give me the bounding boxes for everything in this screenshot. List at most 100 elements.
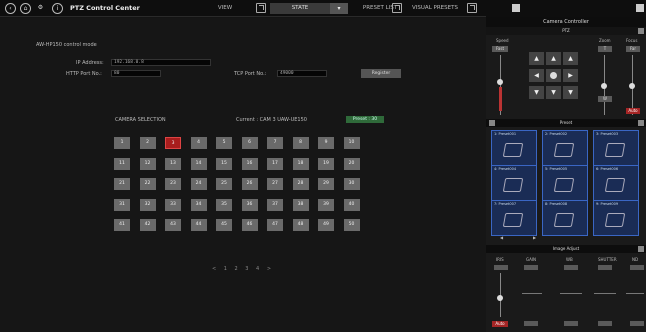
iris-up-button[interactable] [494,265,508,270]
preset-cell[interactable]: 4: Preset004 [491,165,537,201]
pan-up-left-button[interactable]: ▲ [529,52,544,65]
preset-cell[interactable]: 6: Preset006 [593,165,639,201]
camera-button-29[interactable]: 29 [318,178,334,190]
pan-left-button[interactable]: ◀ [529,69,544,82]
home-position-button[interactable] [546,69,561,82]
speed-slider-knob[interactable] [497,79,503,85]
camera-button-39[interactable]: 39 [318,198,334,211]
camera-button-6[interactable]: 6 [241,137,258,149]
preset-cell[interactable]: 2: Preset002 [542,130,588,166]
camera-button-11[interactable]: 11 [114,157,130,170]
camera-button-49[interactable]: 49 [318,219,334,231]
camera-button-43[interactable]: 43 [165,219,181,231]
wb-up-button[interactable] [564,265,578,270]
preset-cell[interactable]: 1: Preset001 [491,130,537,166]
camera-button-2[interactable]: 2 [139,137,156,149]
camera-button-20[interactable]: 20 [343,157,360,170]
focus-slider-knob[interactable] [629,83,635,89]
camera-button-38[interactable]: 38 [292,198,309,211]
nd-down-button[interactable] [630,321,644,326]
back-icon[interactable]: ‹ [5,3,16,14]
chevron-down-icon[interactable]: ▾ [330,3,348,14]
camera-button-14[interactable]: 14 [190,157,207,170]
pagination[interactable]: < 1 2 3 4 > [0,266,486,272]
collapse-icon[interactable] [638,28,644,34]
camera-button-21[interactable]: 21 [114,178,130,190]
pan-down-right-button[interactable]: ▼ [563,86,578,99]
register-button[interactable]: Register [361,69,401,78]
preset-cell[interactable]: 9: Preset009 [593,200,639,236]
tab-view[interactable]: VIEW [200,3,250,14]
tab-state[interactable]: STATE [270,3,330,14]
camera-button-37[interactable]: 37 [267,198,283,211]
preset-cell[interactable]: 7: Preset007 [491,200,537,236]
gain-down-button[interactable] [524,321,538,326]
camera-button-34[interactable]: 34 [190,198,207,211]
camera-button-30[interactable]: 30 [343,178,360,190]
camera-button-35[interactable]: 35 [216,198,232,211]
camera-button-36[interactable]: 36 [241,198,258,211]
camera-button-13[interactable]: 13 [165,157,181,170]
iris-slider-knob[interactable] [497,295,503,301]
camera-button-28[interactable]: 28 [292,178,309,190]
focus-auto-button[interactable]: Auto [626,108,640,114]
camera-button-22[interactable]: 22 [139,178,156,190]
panel-menu-icon[interactable] [512,4,520,12]
gain-up-button[interactable] [524,265,538,270]
camera-button-44[interactable]: 44 [190,219,207,231]
preset-toggle-icon[interactable] [489,120,495,126]
zoom-slider-knob[interactable] [601,83,607,89]
pan-right-button[interactable]: ▶ [563,69,578,82]
tab-visual-presets[interactable]: VISUAL PRESETS [405,3,465,14]
pan-up-button[interactable]: ▲ [546,52,561,65]
external-window-icon[interactable] [256,3,266,13]
camera-button-12[interactable]: 12 [139,157,156,170]
fast-button[interactable]: Fast [492,46,508,52]
camera-button-25[interactable]: 25 [216,178,232,190]
iris-auto-button[interactable]: Auto [492,321,508,327]
camera-button-40[interactable]: 40 [343,198,360,211]
collapse-icon[interactable] [638,246,644,252]
camera-button-48[interactable]: 48 [292,219,309,231]
preset-cell[interactable]: 5: Preset005 [542,165,588,201]
shutter-down-button[interactable] [598,321,612,326]
settings-icon[interactable]: ⚙ [35,3,46,14]
camera-button-16[interactable]: 16 [241,157,258,170]
camera-button-45[interactable]: 45 [216,219,232,231]
zoom-tele-button[interactable]: T [598,46,612,52]
preset-prev-button[interactable]: ◀ [500,235,503,240]
nd-up-button[interactable] [630,265,644,270]
camera-button-1[interactable]: 1 [114,137,130,149]
camera-button-27[interactable]: 27 [267,178,283,190]
camera-button-7[interactable]: 7 [267,137,283,149]
camera-button-8[interactable]: 8 [292,137,309,149]
http-port-input[interactable]: 80 [111,70,161,77]
camera-button-31[interactable]: 31 [114,198,130,211]
info-icon[interactable]: i [52,3,63,14]
camera-button-47[interactable]: 47 [267,219,283,231]
camera-button-9[interactable]: 9 [318,137,334,149]
camera-button-19[interactable]: 19 [318,157,334,170]
pan-down-left-button[interactable]: ▼ [529,86,544,99]
camera-button-4[interactable]: 4 [190,137,207,149]
external-window-icon[interactable] [392,3,402,13]
camera-button-17[interactable]: 17 [267,157,283,170]
ip-address-input[interactable]: 192.168.0.8 [111,59,211,66]
tcp-port-input[interactable]: 49000 [277,70,327,77]
camera-button-10[interactable]: 10 [343,137,360,149]
camera-button-15[interactable]: 15 [216,157,232,170]
camera-button-23[interactable]: 23 [165,178,181,190]
preset-cell[interactable]: 8: Preset008 [542,200,588,236]
external-window-icon[interactable] [467,3,477,13]
preset-cell[interactable]: 3: Preset003 [593,130,639,166]
camera-button-3[interactable]: 3 [165,137,181,149]
pan-down-button[interactable]: ▼ [546,86,561,99]
focus-far-button[interactable]: Far [626,46,640,52]
camera-button-41[interactable]: 41 [114,219,130,231]
shutter-up-button[interactable] [598,265,612,270]
pan-up-right-button[interactable]: ▲ [563,52,578,65]
camera-button-26[interactable]: 26 [241,178,258,190]
camera-button-42[interactable]: 42 [139,219,156,231]
zoom-wide-button[interactable]: W [598,96,612,102]
close-icon[interactable] [636,4,644,12]
